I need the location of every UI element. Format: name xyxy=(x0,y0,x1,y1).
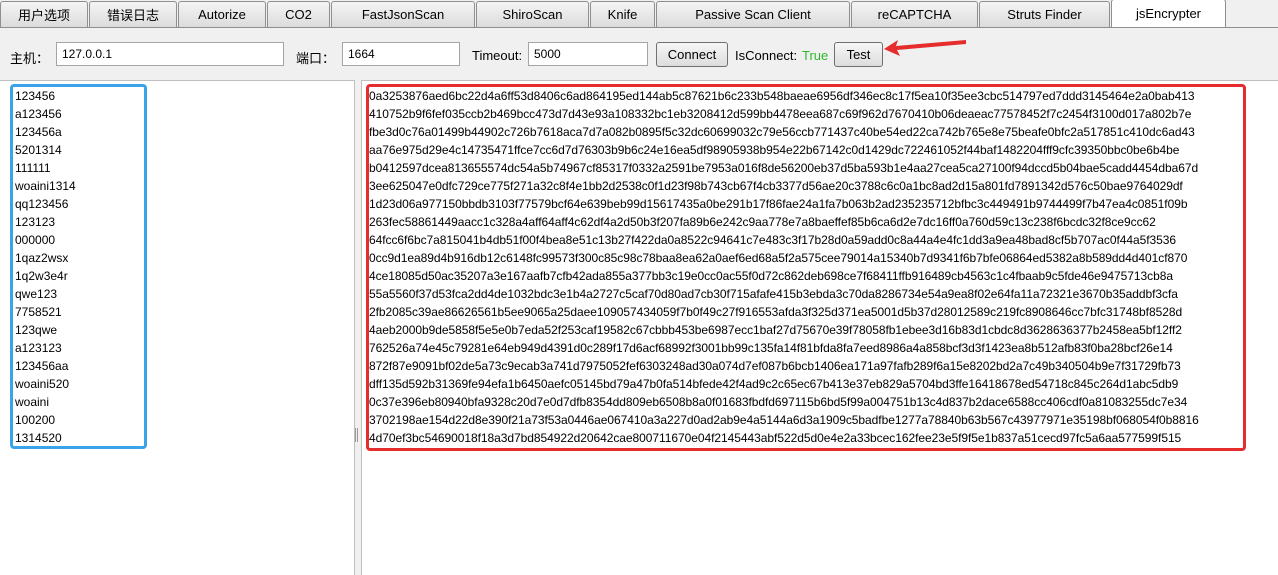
encrypted-item: aa76e975d29e4c14735471ffce7cc6d7d76303b9… xyxy=(369,143,1180,157)
tab-shiroscan[interactable]: ShiroScan xyxy=(476,1,589,27)
splitter-grip-icon[interactable] xyxy=(355,428,359,442)
tab-label: Knife xyxy=(607,7,638,22)
tab-struts-finder[interactable]: Struts Finder xyxy=(979,1,1110,27)
tab-label: reCAPTCHA xyxy=(877,7,952,22)
test-button[interactable]: Test xyxy=(834,42,883,67)
tab-passive-scan-client[interactable]: Passive Scan Client xyxy=(656,1,850,27)
tab-label: ShiroScan xyxy=(502,7,563,22)
encrypted-item: dff135d592b31369fe94efa1b6450aefc05145bd… xyxy=(369,377,1179,391)
timeout-label: Timeout: xyxy=(472,48,523,63)
encrypted-item: 2fb2085c39ae86626561b5ee9065a25daee10905… xyxy=(369,305,1183,319)
tab-user-options[interactable]: 用户选项 xyxy=(0,1,88,27)
port-input[interactable] xyxy=(342,42,460,66)
timeout-input[interactable] xyxy=(528,42,648,66)
tab-fastjsonscan[interactable]: FastJsonScan xyxy=(331,1,475,27)
encrypted-item: 4ce18085d50ac35207a3e167aafb7cfb42ada855… xyxy=(369,269,1173,283)
encrypted-item: 1d23d06a977150bbdb3103f77579bcf64e639beb… xyxy=(369,197,1188,211)
plaintext-item: woaini1314 xyxy=(15,179,76,193)
tab-co2[interactable]: CO2 xyxy=(267,1,330,27)
encrypted-item: 3ee625047e0dfc729ce775f271a32c8f4e1bb2d2… xyxy=(369,179,1183,193)
encrypted-list: 0a3253876aed6bc22d4a6ff53d8406c6ad864195… xyxy=(369,87,1243,447)
plaintext-item: 100200 xyxy=(15,413,56,427)
encrypted-item: 0a3253876aed6bc22d4a6ff53d8406c6ad864195… xyxy=(369,89,1195,103)
encrypted-item: 55a5560f37d53fca2dd4de1032bdc3e1b4a2727c… xyxy=(369,287,1178,301)
tab-jsencrypter[interactable]: jsEncrypter xyxy=(1111,0,1226,27)
plaintext-item: 111111 xyxy=(15,161,51,175)
plaintext-list: 123456 a123456 123456a 5201314 111111 woaini1… xyxy=(13,87,144,446)
encrypted-item: fbe3d0c76a01499b44902c726b7618aca7d7a082… xyxy=(369,125,1195,139)
tab-error-log[interactable]: 错误日志 xyxy=(89,1,177,27)
plaintext-item: qwe123 xyxy=(15,287,58,301)
plaintext-item: qq123456 xyxy=(15,197,69,211)
plaintext-item: 1314520 xyxy=(15,431,62,445)
plaintext-item: 000000 xyxy=(15,233,56,247)
panel-splitter[interactable] xyxy=(355,80,362,575)
port-label: 端口： xyxy=(296,51,336,66)
encrypted-item: 4d70ef3bc54690018f18a3d7bd854922d20642ca… xyxy=(369,431,1182,445)
encrypted-item: 410752b9f6fef035ccb2b469bcc473d7d43e93a1… xyxy=(369,107,1192,121)
isconnect-label: IsConnect: xyxy=(735,48,798,63)
tab-recaptcha[interactable]: reCAPTCHA xyxy=(851,1,978,27)
plaintext-item: 1qaz2wsx xyxy=(15,251,69,265)
tab-label: 用户选项 xyxy=(17,8,70,23)
plaintext-item: 123456aa xyxy=(15,359,69,373)
tab-label: CO2 xyxy=(285,7,312,22)
plaintext-item: a123456 xyxy=(15,107,62,121)
encrypted-item: 872f87e9091bf02de5a73c9ecab3a741d7975052… xyxy=(369,359,1181,373)
tab-label: Passive Scan Client xyxy=(695,7,811,22)
encrypted-item: 762526a74e45c79281e64eb949d4391d0c289f17… xyxy=(369,341,1173,355)
encrypted-list-highlight: 0a3253876aed6bc22d4a6ff53d8406c6ad864195… xyxy=(366,84,1246,451)
plaintext-item: 1q2w3e4r xyxy=(15,269,68,283)
encrypted-item: b0412597dcea813655574dc54a5b74967cf85317… xyxy=(369,161,1199,175)
host-label: 主机： xyxy=(10,51,50,66)
plaintext-item: 123456a xyxy=(15,125,62,139)
isconnect-status: True xyxy=(802,48,829,63)
connect-button[interactable]: Connect xyxy=(656,42,728,67)
plaintext-item: a123123 xyxy=(15,341,62,355)
tab-label: Struts Finder xyxy=(1007,7,1082,22)
tab-knife[interactable]: Knife xyxy=(590,1,655,27)
tab-autorize[interactable]: Autorize xyxy=(178,1,266,27)
plaintext-item: 123123 xyxy=(15,215,56,229)
encrypted-item: 263fec58861449aacc1c328a4aff64aff4c62df4… xyxy=(369,215,1156,229)
connection-toolbar: 主机： 端口： Timeout: Connect IsConnect: True… xyxy=(0,28,1278,80)
plaintext-list-highlight: 123456 a123456 123456a 5201314 111111 woaini1… xyxy=(10,84,147,449)
encrypted-item: 64fcc6f6bc7a815041b4db51f00f4bea8e51c13b… xyxy=(369,233,1177,247)
tab-label: Autorize xyxy=(198,7,246,22)
tab-label: 错误日志 xyxy=(106,8,159,23)
encrypted-item: 3702198ae154d22d8e390f21a73f53a0446ae067… xyxy=(369,413,1199,427)
plaintext-item: 123qwe xyxy=(15,323,58,337)
encrypted-item: 4aeb2000b9de5858f5e5e0b7eda52f253caf1958… xyxy=(369,323,1182,337)
annotation-arrow-icon xyxy=(884,40,966,56)
plaintext-item: 5201314 xyxy=(15,143,62,157)
host-input[interactable] xyxy=(56,42,284,66)
plaintext-item: 7758521 xyxy=(15,305,62,319)
encrypted-item: 0cc9d1ea89d4b916db12c6148fc99573f300c85c… xyxy=(369,251,1188,265)
plaintext-item: 123456 xyxy=(15,89,56,103)
plaintext-item: woaini xyxy=(15,395,50,409)
encrypted-item: 0c37e396eb80940bfa9328c20d7e0d7dfb8354dd… xyxy=(369,395,1188,409)
tab-bar: 用户选项 错误日志 Autorize CO2 FastJsonScan Shir… xyxy=(0,0,1278,28)
tab-label: FastJsonScan xyxy=(361,7,445,22)
tab-label: jsEncrypter xyxy=(1135,6,1202,21)
plaintext-item: woaini520 xyxy=(15,377,70,391)
